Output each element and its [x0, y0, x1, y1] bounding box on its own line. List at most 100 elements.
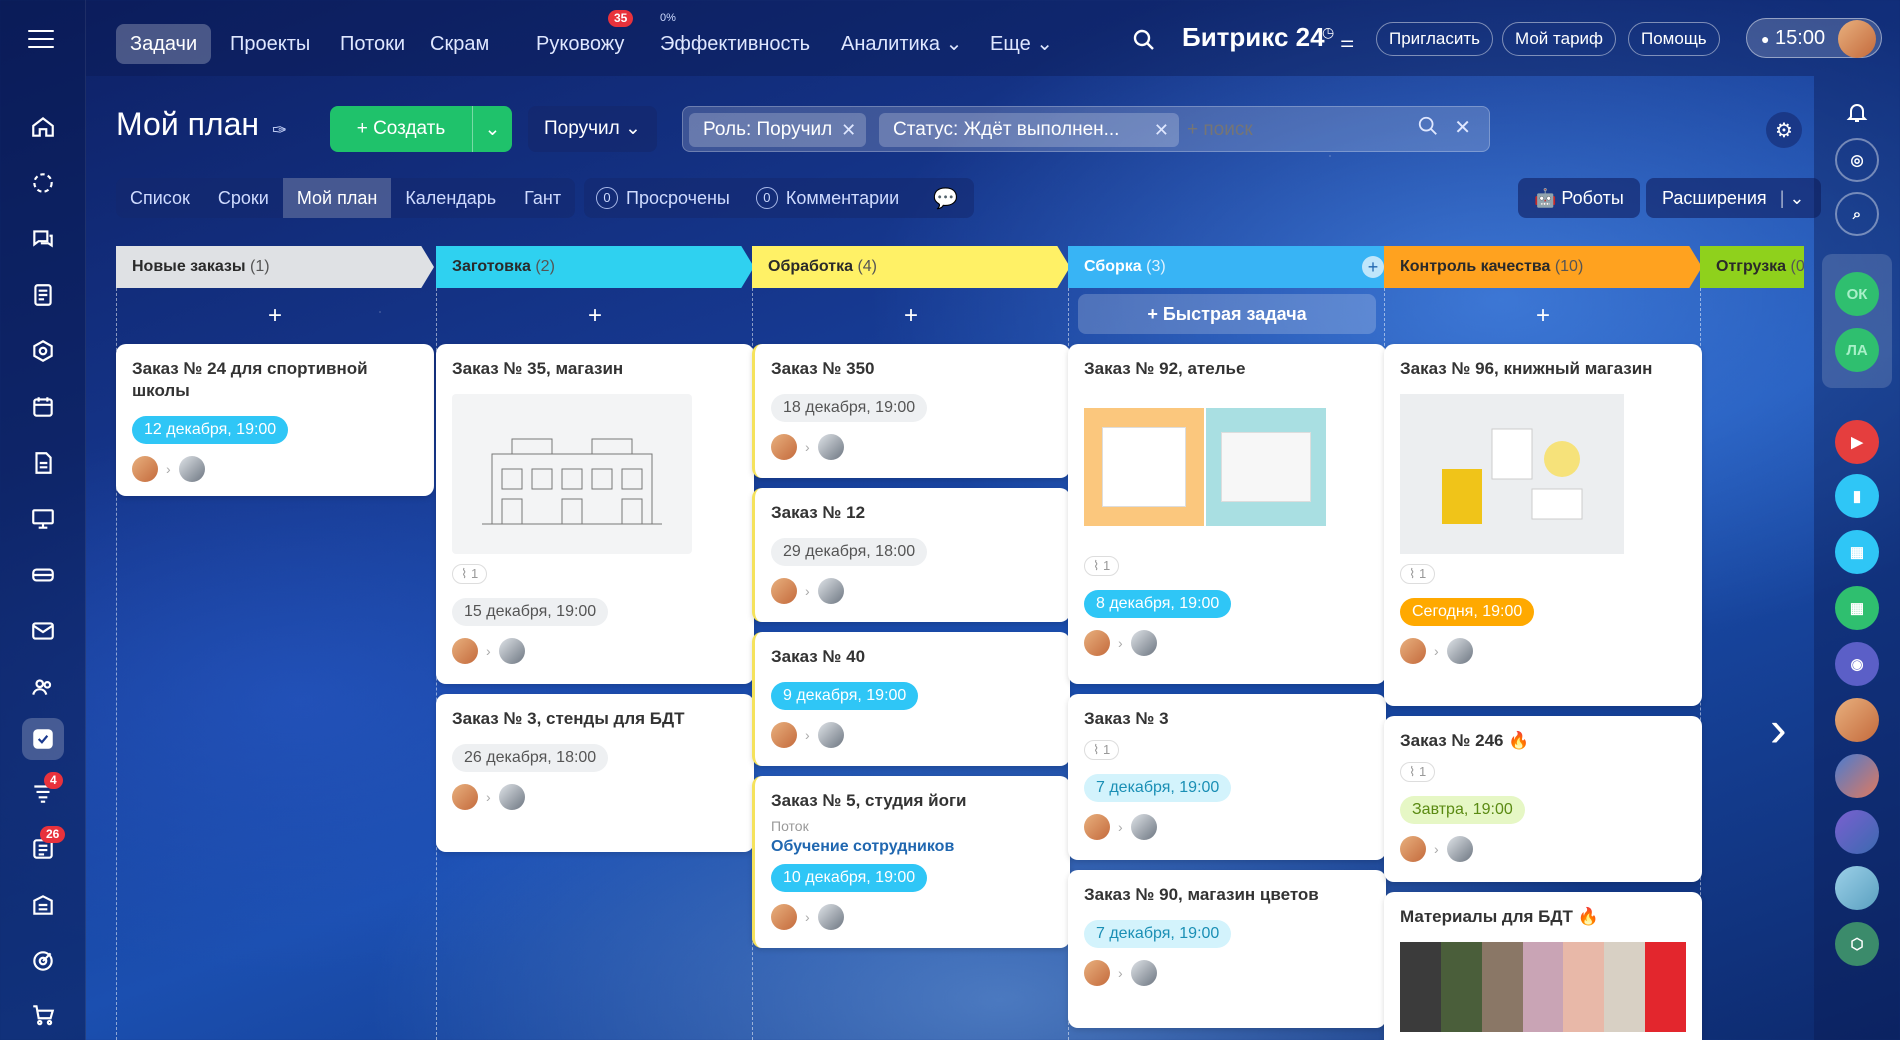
bitrix-logo[interactable]: Битрикс 24	[1182, 22, 1325, 53]
task-title[interactable]: Заказ № 90, магазин цветов	[1084, 884, 1370, 906]
tab-my-plan[interactable]: Мой план	[282, 178, 392, 218]
quick-task-button[interactable]: + Быстрая задача	[1078, 294, 1376, 334]
task-title[interactable]: Заказ № 12	[771, 502, 1054, 524]
clear-icon[interactable]: ✕	[1454, 115, 1471, 140]
hamburger-menu-icon[interactable]	[28, 30, 54, 48]
task-card[interactable]: Заказ № 12 29 декабря, 18:00 ›	[752, 488, 1070, 622]
add-column-plus-icon[interactable]: +	[1362, 256, 1384, 278]
contact-avatar[interactable]	[1835, 698, 1879, 742]
task-title[interactable]: Заказ № 96, книжный магазин	[1400, 358, 1686, 380]
search-input[interactable]	[1187, 113, 1407, 147]
nav-analytics[interactable]: Аналитика ⌄	[827, 24, 976, 64]
column-header[interactable]: Отгрузка (0	[1700, 246, 1804, 288]
attachment-counter[interactable]: ⌇ 1	[1400, 564, 1436, 584]
comments-counter[interactable]: 0 Комментарии	[755, 187, 899, 209]
avatar[interactable]	[1446, 638, 1473, 664]
avatar[interactable]	[452, 638, 478, 664]
task-title[interactable]: Заказ № 3	[1084, 708, 1370, 730]
home-icon[interactable]	[22, 106, 64, 148]
task-card[interactable]: Заказ № 24 для спортивной школы 12 декаб…	[116, 344, 434, 496]
avatar[interactable]	[498, 784, 525, 810]
deadline-badge[interactable]: Сегодня, 19:00	[1400, 598, 1535, 626]
task-card[interactable]: Заказ № 40 9 декабря, 19:00 ›	[752, 632, 1070, 766]
deadline-badge[interactable]: 26 декабря, 18:00	[452, 744, 609, 772]
deadline-badge[interactable]: 7 декабря, 19:00	[1084, 920, 1232, 948]
robots-button[interactable]: 🤖 Роботы	[1518, 178, 1640, 218]
task-card[interactable]: Материалы для БДТ 🔥	[1384, 892, 1702, 1040]
close-icon[interactable]: ✕	[1154, 113, 1169, 147]
attachment-counter[interactable]: ⌇ 1	[1400, 762, 1436, 782]
stream-link[interactable]: Обучение сотрудников	[771, 838, 1054, 856]
nav-projects[interactable]: Проекты	[216, 24, 324, 64]
task-title[interactable]: Заказ № 92, ателье	[1084, 358, 1370, 380]
tab-gantt[interactable]: Гант	[510, 178, 575, 218]
task-title[interactable]: Заказ № 246	[1400, 731, 1504, 750]
drive-icon[interactable]	[22, 442, 64, 484]
search-icon[interactable]	[1132, 28, 1156, 57]
task-title[interactable]: Заказ № 35, магазин	[452, 358, 738, 380]
cart-icon[interactable]	[22, 994, 64, 1036]
filter-chip-status[interactable]: Статус: Ждёт выполнен... ✕	[879, 113, 1179, 147]
column-header[interactable]: Заготовка (2)	[436, 246, 754, 288]
extensions-button[interactable]: Расширения | ⌄	[1646, 178, 1821, 218]
column-header[interactable]: Контроль качества (10)	[1384, 246, 1702, 288]
documents-icon[interactable]	[22, 274, 64, 316]
task-title[interactable]: Заказ № 3, стенды для БДТ	[452, 708, 738, 730]
task-card[interactable]: Заказ № 90, магазин цветов 7 декабря, 19…	[1068, 870, 1386, 1028]
task-title[interactable]: Заказ № 24 для спортивной школы	[132, 358, 418, 402]
deadline-badge[interactable]: 8 декабря, 19:00	[1084, 590, 1232, 618]
add-task-plus-icon[interactable]: +	[752, 288, 1070, 344]
avatar[interactable]	[771, 434, 797, 460]
avatar[interactable]	[1400, 836, 1426, 862]
column-header[interactable]: Обработка (4)	[752, 246, 1070, 288]
avatar[interactable]	[1084, 630, 1110, 656]
column-header[interactable]: Сборка (3)	[1068, 246, 1386, 288]
avatar[interactable]	[771, 722, 797, 748]
video-call-icon[interactable]: ▶	[1835, 420, 1879, 464]
filter-chip-role[interactable]: Роль: Поручил ✕	[689, 113, 867, 147]
close-icon[interactable]: ✕	[841, 113, 856, 147]
tasks-icon[interactable]	[22, 718, 64, 760]
avatar[interactable]	[1446, 836, 1473, 862]
task-card[interactable]: Заказ № 92, ателье ⌇ 1 8 декабря, 19:00 …	[1068, 344, 1386, 684]
search-chat-icon[interactable]: ⌕	[1835, 192, 1879, 236]
group-hex-icon[interactable]: ⬡	[1835, 922, 1879, 966]
avatar[interactable]	[817, 722, 844, 748]
calendar-chat-icon[interactable]: ▦	[1835, 530, 1879, 574]
attachment-counter[interactable]: ⌇ 1	[452, 564, 488, 584]
search-icon[interactable]	[1417, 115, 1439, 142]
avatar[interactable]	[817, 434, 844, 460]
avatar[interactable]	[817, 578, 844, 604]
store-icon[interactable]	[22, 554, 64, 596]
deadline-badge[interactable]: 12 декабря, 19:00	[132, 416, 289, 444]
avatar[interactable]	[1084, 814, 1110, 840]
task-card[interactable]: Заказ № 3, стенды для БДТ 26 декабря, 18…	[436, 694, 754, 852]
crm-circle-icon[interactable]: ◎	[1835, 138, 1879, 182]
add-task-plus-icon[interactable]: +	[1384, 288, 1702, 344]
avatar[interactable]	[1130, 960, 1157, 986]
presentation-icon[interactable]	[22, 498, 64, 540]
my-tariff-button[interactable]: Мой тариф	[1502, 22, 1617, 56]
deadline-badge[interactable]: 10 декабря, 19:00	[771, 864, 928, 892]
deadline-badge[interactable]: 29 декабря, 18:00	[771, 538, 928, 566]
create-button[interactable]: + Создать ⌄	[330, 106, 512, 152]
company-icon[interactable]	[22, 884, 64, 926]
tab-list[interactable]: Список	[116, 178, 204, 218]
avatar[interactable]	[1084, 960, 1110, 986]
avatar[interactable]	[1130, 814, 1157, 840]
column-header[interactable]: Новые заказы (1)	[116, 246, 434, 288]
task-card[interactable]: Заказ № 96, книжный магазин ⌇ 1 Сегодня,…	[1384, 344, 1702, 706]
contact-avatar[interactable]	[1835, 866, 1879, 910]
nav-streams[interactable]: Потоки	[326, 24, 419, 64]
user-avatar[interactable]	[1838, 20, 1876, 58]
nav-scrum[interactable]: Скрам	[416, 24, 503, 64]
filter-bar[interactable]: Роль: Поручил ✕ Статус: Ждёт выполнен... ✕…	[682, 106, 1490, 152]
add-task-plus-icon[interactable]: +	[116, 288, 434, 344]
pin-icon[interactable]: ✑	[272, 120, 287, 141]
overdue-counter[interactable]: 0 Просрочены	[596, 187, 730, 209]
chat-group-ok[interactable]: ОК	[1835, 272, 1879, 316]
calendar-group-icon[interactable]: ▦	[1835, 586, 1879, 630]
deadline-badge[interactable]: 15 декабря, 19:00	[452, 598, 609, 626]
nav-supervising[interactable]: Руковожу	[522, 24, 638, 64]
task-title[interactable]: Материалы для БДТ	[1400, 907, 1573, 926]
